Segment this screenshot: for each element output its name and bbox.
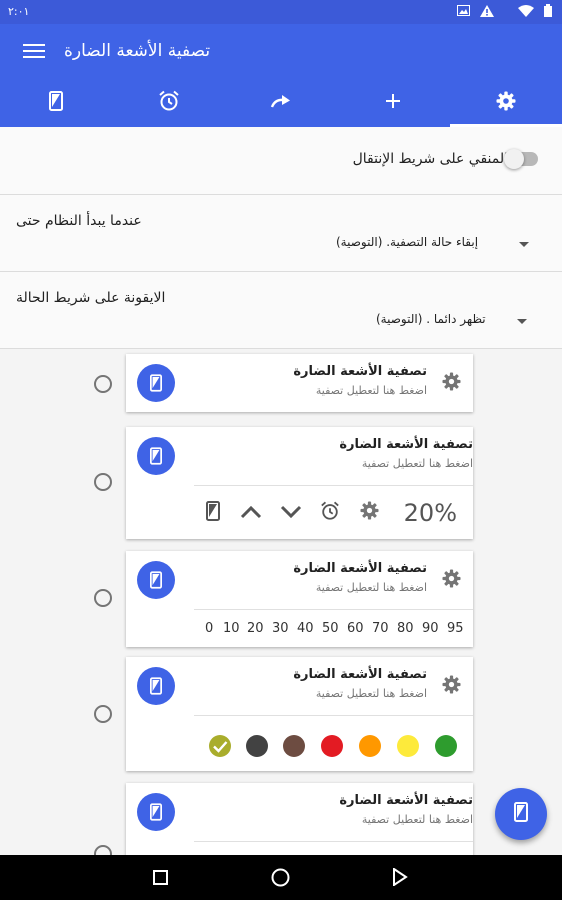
- status-icon-heading: الايقونة على شريط الحالة: [16, 290, 166, 306]
- color-swatch[interactable]: [359, 735, 381, 757]
- card-subtitle: اضغط هنا لتعطيل تصفية: [315, 687, 427, 700]
- tab-redo[interactable]: [225, 79, 337, 127]
- tab-add[interactable]: [337, 79, 449, 127]
- menu-icon[interactable]: [22, 41, 46, 61]
- intensity-option[interactable]: 20: [247, 621, 264, 636]
- widget-style-radio-4[interactable]: [94, 705, 112, 723]
- widget-style-card-1[interactable]: تصفية الأشعة الضارة اضغط هنا لتعطيل تصفي…: [126, 354, 473, 412]
- image-icon: [457, 5, 470, 19]
- widget-style-radio-3[interactable]: [94, 589, 112, 607]
- tab-filter[interactable]: [0, 79, 112, 127]
- gear-icon: [496, 91, 516, 115]
- card-title: تصفية الأشعة الضارة: [293, 364, 427, 379]
- intensity-option[interactable]: 60: [347, 621, 364, 636]
- check-icon: [213, 741, 228, 753]
- intensity-scale: 0 10 20 30 40 50 60 70 80 90 95: [194, 609, 473, 649]
- status-time: ٢:٠١: [8, 5, 30, 18]
- home-icon[interactable]: [271, 868, 290, 891]
- phone-filter-icon: [137, 364, 175, 402]
- startup-heading: عندما يبدأ النظام حتى: [16, 213, 142, 229]
- phone-filter-icon: [49, 91, 64, 115]
- alarm-icon[interactable]: [320, 501, 340, 525]
- wifi-icon: [518, 4, 534, 20]
- color-swatches: [194, 725, 473, 765]
- widget-style-radio-1[interactable]: [94, 375, 112, 393]
- intensity-option[interactable]: 0: [205, 621, 213, 636]
- tab-settings[interactable]: [449, 79, 562, 127]
- navbar-filter-setting[interactable]: المنقي على شريط الإنتقال: [0, 127, 562, 195]
- chevron-down-icon: [519, 242, 529, 247]
- phone-filter-icon: [137, 667, 175, 705]
- chevron-down-icon: [517, 319, 527, 324]
- system-nav-bar: [0, 855, 562, 900]
- widget-style-card-2[interactable]: تصفية الأشعة الضارة اضغط هنا لتعطيل تصفي…: [126, 427, 473, 539]
- battery-icon: [544, 4, 552, 20]
- intensity-option[interactable]: 95: [447, 621, 464, 636]
- widget-style-card-3[interactable]: تصفية الأشعة الضارة اضغط هنا لتعطيل تصفي…: [126, 551, 473, 647]
- phone-filter-icon: [137, 437, 175, 475]
- intensity-option[interactable]: 70: [372, 621, 389, 636]
- card-title: تصفية الأشعة الضارة: [339, 793, 473, 808]
- card-subtitle: اضغط هنا لتعطيل تصفية: [315, 384, 427, 397]
- startup-dropdown[interactable]: إبقاء حالة التصفية. (التوصية): [336, 235, 478, 249]
- alert-icon: [480, 4, 494, 20]
- navbar-toggle-label: المنقي على شريط الإنتقال: [352, 151, 508, 167]
- color-swatch[interactable]: [246, 735, 268, 757]
- status-icon-setting[interactable]: الايقونة على شريط الحالة تظهر دائما . (ا…: [0, 272, 562, 349]
- gear-icon[interactable]: [442, 569, 461, 592]
- tab-bar: [0, 79, 562, 127]
- intensity-option[interactable]: 90: [422, 621, 439, 636]
- chevron-up-icon[interactable]: [240, 504, 262, 523]
- settings-content: المنقي على شريط الإنتقال عندما يبدأ النظ…: [0, 127, 562, 855]
- redo-icon: [270, 94, 292, 113]
- phone-filter-icon: [137, 793, 175, 831]
- intensity-option[interactable]: 40: [297, 621, 314, 636]
- widget-style-radio-5[interactable]: [94, 845, 112, 855]
- card-title: تصفية الأشعة الضارة: [293, 667, 427, 682]
- color-swatch[interactable]: [435, 735, 457, 757]
- phone-filter-icon: [137, 561, 175, 599]
- page-title: تصفية الأشعة الضارة: [64, 41, 211, 61]
- card-subtitle: اضغط هنا لتعطيل تصفية: [361, 457, 473, 470]
- recents-icon[interactable]: [153, 870, 168, 889]
- card-title: تصفية الأشعة الضارة: [293, 561, 427, 576]
- widget-style-card-4[interactable]: تصفية الأشعة الضارة اضغط هنا لتعطيل تصفي…: [126, 657, 473, 771]
- color-swatch[interactable]: [321, 735, 343, 757]
- gear-icon[interactable]: [360, 501, 379, 524]
- phone-filter-icon[interactable]: [206, 501, 220, 525]
- widget-style-radio-2[interactable]: [94, 473, 112, 491]
- status-bar: ٢:٠١: [0, 0, 562, 24]
- color-swatch[interactable]: [397, 735, 419, 757]
- card-subtitle: اضغط هنا لتعطيل تصفية: [315, 581, 427, 594]
- startup-setting[interactable]: عندما يبدأ النظام حتى إبقاء حالة التصفية…: [0, 195, 562, 272]
- gear-icon[interactable]: [442, 675, 461, 698]
- app-bar: تصفية الأشعة الضارة: [0, 24, 562, 79]
- card-subtitle: اضغط هنا لتعطيل تصفية: [361, 813, 473, 826]
- intensity-option[interactable]: 10: [223, 621, 240, 636]
- intensity-option[interactable]: 50: [322, 621, 339, 636]
- navbar-toggle-switch[interactable]: [504, 149, 538, 169]
- filter-percent: 20%: [403, 499, 457, 527]
- status-icon-dropdown[interactable]: تظهر دائما . (التوصية): [376, 312, 486, 326]
- color-swatch[interactable]: [209, 735, 231, 757]
- back-icon[interactable]: [392, 867, 408, 890]
- color-swatch[interactable]: [283, 735, 305, 757]
- phone-filter-icon: [514, 802, 528, 826]
- intensity-option[interactable]: 80: [397, 621, 414, 636]
- tab-alarm[interactable]: [112, 79, 224, 127]
- card-title: تصفية الأشعة الضارة: [339, 437, 473, 452]
- gear-icon[interactable]: [442, 372, 461, 395]
- chevron-down-icon[interactable]: [280, 504, 302, 523]
- toggle-filter-fab[interactable]: [495, 788, 547, 840]
- alarm-icon: [158, 90, 180, 116]
- intensity-option[interactable]: 30: [272, 621, 289, 636]
- plus-icon: [385, 93, 401, 113]
- widget-style-card-5[interactable]: تصفية الأشعة الضارة اضغط هنا لتعطيل تصفي…: [126, 783, 473, 855]
